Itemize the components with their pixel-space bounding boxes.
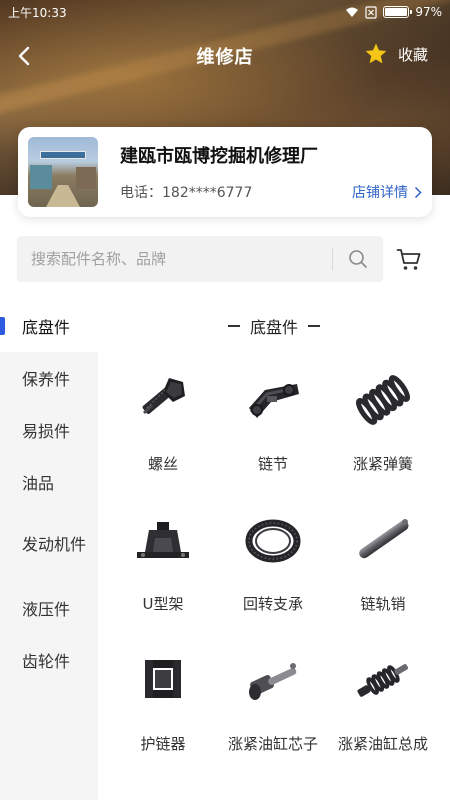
product-label: 回转支承 [242,595,303,613]
status-time: 上午10:33 [8,5,67,20]
product-item[interactable]: 涨紧弹簧 [328,352,438,492]
battery-level-fill [385,8,407,16]
shop-detail-label: 店铺详情 [352,185,408,201]
product-item[interactable]: U型架 [108,492,218,632]
sidebar-item-maintenance-parts[interactable]: 保养件 [0,352,98,404]
wifi-icon [346,7,359,17]
sidebar-item-engine-parts[interactable]: 发动机件 [0,508,98,582]
sidebar-item-gear-parts[interactable]: 齿轮件 [0,634,98,686]
spring-icon [355,374,411,425]
product-item[interactable]: 护链器 [108,632,218,772]
back-button[interactable] [10,42,38,70]
bolt-icon [142,377,185,414]
battery-icon [383,6,413,18]
sidebar-item-label: 油品 [22,474,55,493]
shop-info-card: 建瓯市瓯博挖掘机修理厂 电话：182****6777 店铺详情 [18,127,432,217]
sidebar-item-label: 液压件 [22,600,71,619]
category-sidebar: 底盘件 保养件 易损件 油品 发动机件 液压件 齿轮件 [0,300,98,800]
sidebar-item-label: 底盘件 [22,318,71,337]
sidebar-item-label: 发动机件 [22,535,87,554]
product-item[interactable]: 链节 [218,352,328,492]
product-label: 链节 [257,455,288,473]
sidebar-item-hydraulic-parts[interactable]: 液压件 [0,582,98,634]
sidebar-item-oil[interactable]: 油品 [0,456,98,508]
page-title: 维修店 [196,47,254,68]
shop-phone: 电话：182****6777 [120,185,253,201]
favorite-button[interactable]: 收藏 [364,42,428,66]
product-item[interactable]: 螺丝 [108,352,218,492]
shop-details: 建瓯市瓯博挖掘机修理厂 电话：182****6777 店铺详情 [120,142,422,202]
search-input[interactable] [31,236,326,282]
chain-guard-icon [145,659,181,698]
search-icon[interactable] [347,248,369,270]
shop-photo-gate [40,151,86,159]
sidebar-item-label: 保养件 [22,370,71,389]
sim-card-icon [365,5,377,19]
shop-detail-link[interactable]: 店铺详情 [352,182,422,202]
section-heading: 底盘件 [98,300,450,352]
shop-contact-row: 电话：182****6777 店铺详情 [120,182,422,202]
sidebar-item-label: 齿轮件 [22,652,71,671]
product-label: 涨紧油缸总成 [337,735,428,753]
navigation-bar: 维修店 收藏 [0,36,450,76]
chevron-right-icon [414,186,422,198]
status-bar: 上午10:33 97% [0,0,450,24]
shop-photo-building [30,165,52,189]
active-indicator [0,317,5,335]
battery-percent: 97% [415,5,442,19]
product-label: 涨紧弹簧 [352,455,413,473]
sidebar-item-label: 易损件 [22,422,71,441]
search-row [17,236,437,282]
product-label: 护链器 [140,735,186,753]
shop-photo [28,137,98,207]
status-icons: 97% [345,5,442,19]
heading-dash-right [308,325,320,327]
product-item[interactable]: 回转支承 [218,492,328,632]
product-grid: 螺丝 链节 涨紧弹簧 U型架 回转支承 链轨销 护链器 涨紧油缸芯子 涨紧油缸总… [98,352,450,772]
cylinder-assembly-icon [357,663,409,697]
search-divider [332,248,333,270]
chevron-left-icon [18,46,30,66]
shop-name: 建瓯市瓯博挖掘机修理厂 [120,146,318,167]
product-label: 涨紧油缸芯子 [227,735,318,753]
heading-dash-left [227,325,240,327]
favorite-label: 收藏 [397,45,428,64]
search-bar [17,236,383,282]
cart-icon [396,249,421,270]
cart-button[interactable] [395,246,423,274]
section-title: 底盘件 [249,318,298,337]
product-item[interactable]: 涨紧油缸总成 [328,632,438,772]
shop-photo-building-right [76,167,96,189]
sidebar-item-wear-parts[interactable]: 易损件 [0,404,98,456]
cylinder-core-icon [249,662,297,700]
star-icon [365,43,387,64]
product-label: 螺丝 [147,455,178,473]
track-link-icon [249,383,299,418]
sidebar-item-chassis-parts[interactable]: 底盘件 [0,300,98,352]
track-pin-icon [359,518,409,558]
product-label: 链轨销 [360,595,406,613]
u-bracket-icon [137,521,189,558]
product-item[interactable]: 涨紧油缸芯子 [218,632,328,772]
slewing-ring-icon [245,519,301,562]
product-content: 底盘件 螺丝 链节 涨紧弹簧 U型架 回转支承 链轨销 护链器 涨紧油缸芯子 涨… [98,300,450,800]
product-label: U型架 [142,595,184,613]
product-item[interactable]: 链轨销 [328,492,438,632]
